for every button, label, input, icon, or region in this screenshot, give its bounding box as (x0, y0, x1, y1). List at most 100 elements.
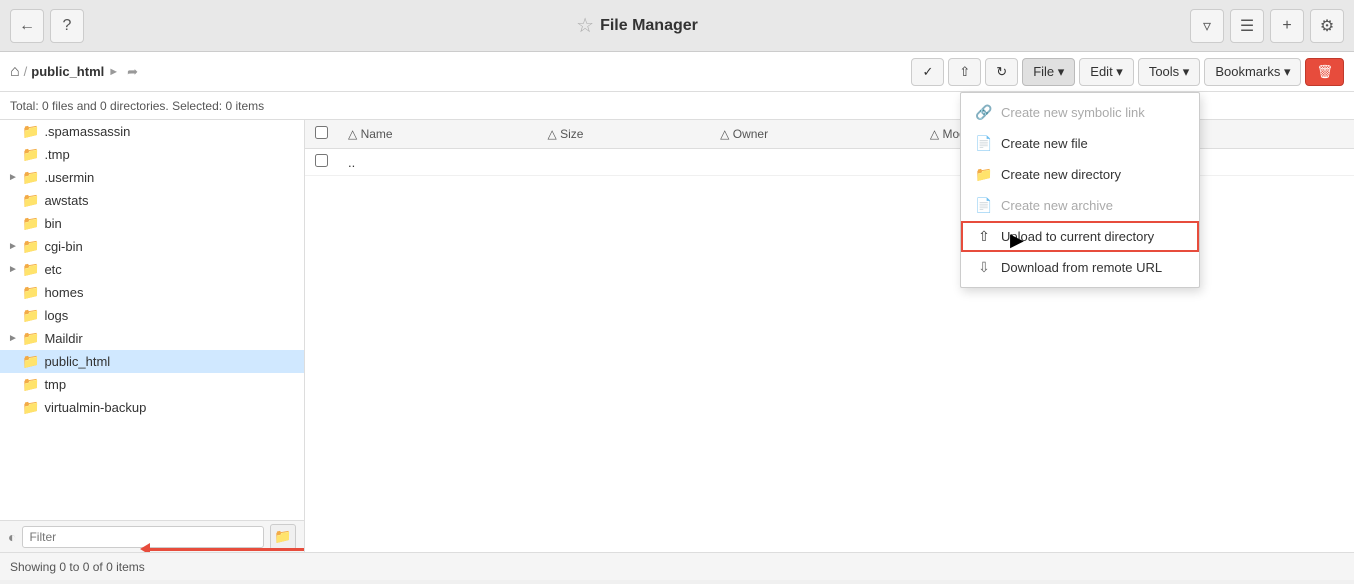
sidebar-item-virtualmin-backup[interactable]: 📁 virtualmin-backup (0, 396, 304, 419)
folder-icon: 📁 (22, 284, 39, 301)
sidebar-item-label: tmp (44, 377, 66, 392)
sort-icon: △ (930, 127, 939, 141)
sidebar-item-label: homes (44, 285, 83, 300)
folder-icon: 📁 (22, 330, 39, 347)
sidebar-item-label: public_html (44, 354, 110, 369)
showing-bar: Showing 0 to 0 of 0 items (0, 552, 1354, 580)
menu-item-label: Upload to current directory (1001, 229, 1154, 244)
folder-icon: 📁 (22, 215, 39, 232)
home-icon[interactable]: ⌂ (10, 63, 20, 81)
toolbar-file-button[interactable]: File ▾ (1022, 58, 1075, 86)
folder-icon: 📁 (22, 123, 39, 140)
sidebar-item-label: .spamassassin (44, 124, 130, 139)
showing-text: Showing 0 to 0 of 0 items (10, 560, 145, 574)
header-owner[interactable]: △ Owner (710, 120, 920, 149)
menu-item-label: Create new archive (1001, 198, 1113, 213)
help-button[interactable]: ? (50, 9, 84, 43)
row-checkbox[interactable] (315, 154, 328, 167)
toolbar-check-button[interactable]: ✓ (911, 58, 944, 86)
app-title: File Manager (600, 17, 698, 35)
sidebar-item-label: .tmp (44, 147, 69, 162)
row-owner (710, 149, 920, 176)
sidebar-item-label: logs (44, 308, 68, 323)
sidebar-item-usermin[interactable]: ► 📁 .usermin (0, 166, 304, 189)
sidebar-item-cgi-bin[interactable]: ► 📁 cgi-bin (0, 235, 304, 258)
sidebar-item-tmp-dot[interactable]: 📁 .tmp (0, 143, 304, 166)
header-checkbox[interactable] (305, 120, 338, 149)
download-icon: ⇩ (975, 259, 993, 276)
new-file-icon: 📄 (975, 135, 993, 152)
expand-icon: ► (8, 333, 22, 344)
toolbar-refresh-button[interactable]: ↻ (985, 58, 1018, 86)
folder-icon: 📁 (22, 192, 39, 209)
menu-item-create-file[interactable]: 📄 Create new file (961, 128, 1199, 159)
menu-item-create-archive[interactable]: 📄 Create new archive (961, 190, 1199, 221)
sidebar-item-label: etc (44, 262, 61, 277)
breadcrumb-arrow: ► (108, 66, 119, 78)
top-bar: ← ? ☆ File Manager ▿ ☰ + ⚙ (0, 0, 1354, 52)
settings-button[interactable]: ⚙ (1310, 9, 1344, 43)
sort-icon: △ (348, 127, 357, 141)
row-checkbox-cell (305, 149, 338, 176)
sidebar-item-maildir[interactable]: ► 📁 Maildir (0, 327, 304, 350)
status-text: Total: 0 files and 0 directories. Select… (10, 99, 264, 113)
sidebar-item-label: cgi-bin (44, 239, 82, 254)
sidebar-item-label: .usermin (44, 170, 94, 185)
sidebar-item-label: bin (44, 216, 61, 231)
breadcrumb-share-icon: ➦ (127, 64, 138, 80)
sidebar-item-public-html[interactable]: 📁 public_html (0, 350, 304, 373)
breadcrumb-public-html[interactable]: public_html (31, 64, 104, 79)
header-size[interactable]: △ Size (537, 120, 710, 149)
menu-item-create-symbolic-link[interactable]: 🔗 Create new symbolic link (961, 97, 1199, 128)
toolbar-tools-button[interactable]: Tools ▾ (1138, 58, 1201, 86)
folder-icon: 📁 (22, 376, 39, 393)
sidebar-item-spamassassin[interactable]: 📁 .spamassassin (0, 120, 304, 143)
sidebar-item-label: virtualmin-backup (44, 400, 146, 415)
breadcrumb: ⌂ / public_html ► ➦ (10, 63, 138, 81)
menu-item-label: Download from remote URL (1001, 260, 1162, 275)
menu-item-label: Create new directory (1001, 167, 1121, 182)
symbolic-link-icon: 🔗 (975, 104, 993, 121)
toolbar-delete-button[interactable]: 🗑 (1305, 58, 1344, 86)
toolbar-edit-button[interactable]: Edit ▾ (1079, 58, 1134, 86)
top-bar-center: ☆ File Manager (576, 13, 698, 38)
toolbar-bookmarks-button[interactable]: Bookmarks ▾ (1204, 58, 1301, 86)
sidebar: 📁 .spamassassin 📁 .tmp ► 📁 .usermin 📁 aw… (0, 120, 305, 552)
folder-icon: 📁 (22, 169, 39, 186)
expand-icon: ► (8, 241, 22, 252)
new-directory-icon: 📁 (975, 166, 993, 183)
folder-icon: 📁 (22, 146, 39, 163)
select-all-checkbox[interactable] (315, 126, 328, 139)
upload-icon: ⇧ (975, 228, 993, 245)
sidebar-item-tmp[interactable]: 📁 tmp (0, 373, 304, 396)
filter-icon-button[interactable]: ▿ (1190, 9, 1224, 43)
sidebar-item-logs[interactable]: 📁 logs (0, 304, 304, 327)
folder-icon: 📁 (22, 307, 39, 324)
sort-icon: △ (720, 127, 729, 141)
folder-open-icon: 📁 (22, 353, 39, 370)
toolbar: ✓ ⇧ ↻ File ▾ Edit ▾ Tools ▾ Bookmarks ▾ … (911, 58, 1344, 86)
sidebar-item-etc[interactable]: ► 📁 etc (0, 258, 304, 281)
menu-item-create-directory[interactable]: 📁 Create new directory (961, 159, 1199, 190)
toolbar-share-button[interactable]: ⇧ (948, 58, 981, 86)
expand-icon: ► (8, 172, 22, 183)
expand-icon: ► (8, 264, 22, 275)
add-button[interactable]: + (1270, 9, 1304, 43)
top-bar-right: ▿ ☰ + ⚙ (1190, 9, 1344, 43)
columns-button[interactable]: ☰ (1230, 9, 1264, 43)
header-name[interactable]: △ Name (338, 120, 537, 149)
filter-icon: ◐ (8, 529, 16, 545)
sidebar-item-bin[interactable]: 📁 bin (0, 212, 304, 235)
folder-icon: 📁 (22, 238, 39, 255)
menu-item-upload[interactable]: ⇧ Upload to current directory (961, 221, 1199, 252)
sidebar-item-awstats[interactable]: 📁 awstats (0, 189, 304, 212)
menu-item-download-remote[interactable]: ⇩ Download from remote URL (961, 252, 1199, 283)
row-size (537, 149, 710, 176)
menu-item-label: Create new symbolic link (1001, 105, 1145, 120)
filter-input[interactable] (22, 526, 264, 548)
back-button[interactable]: ← (10, 9, 44, 43)
filter-folder-button[interactable]: 📁 (270, 524, 296, 550)
sidebar-item-homes[interactable]: 📁 homes (0, 281, 304, 304)
star-icon: ☆ (576, 13, 594, 38)
top-bar-left: ← ? (10, 9, 84, 43)
